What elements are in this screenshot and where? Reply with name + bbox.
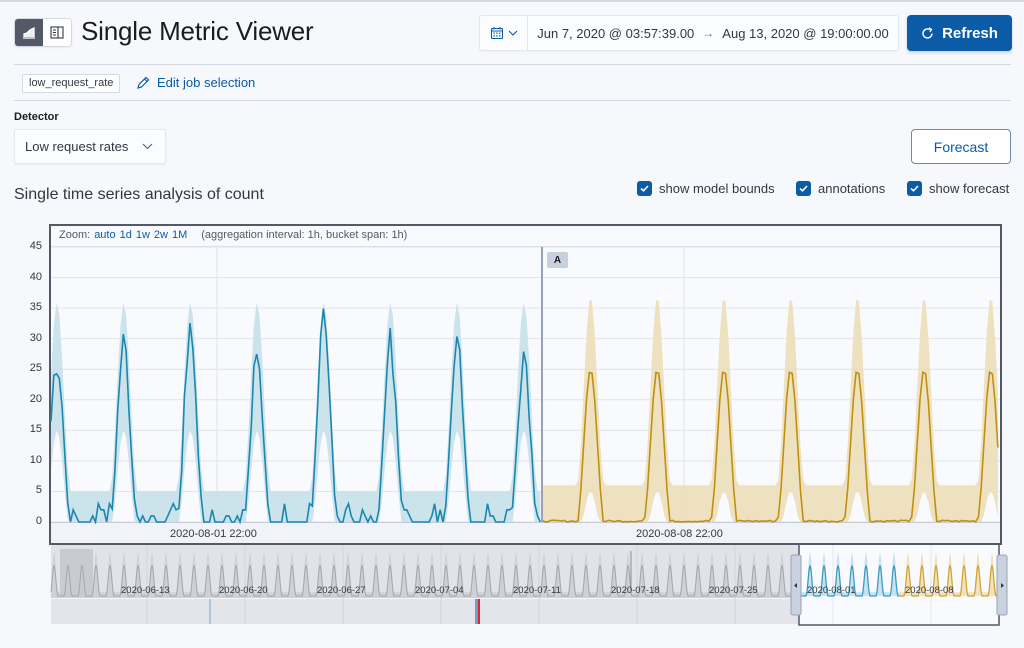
context-x-tick-label: 2020-06-27 (317, 585, 366, 596)
anomaly-marker-critical (478, 599, 480, 624)
context-x-tick-label: 2020-07-25 (709, 585, 758, 596)
y-tick-label: 20 (14, 393, 42, 405)
y-tick-label: 45 (14, 240, 42, 252)
context-x-tick-label: 2020-07-04 (415, 585, 464, 596)
y-tick-label: 35 (14, 301, 42, 313)
zoom-bar: Zoom: auto 1d 1w 2w 1M (aggregation inte… (59, 229, 407, 241)
x-tick-label: 2020-08-01 22:00 (170, 528, 257, 540)
aggregation-info: (aggregation interval: 1h, bucket span: … (201, 229, 407, 241)
zoom-option-1w[interactable]: 1w (136, 229, 150, 241)
y-tick-label: 25 (14, 362, 42, 374)
anomaly-marker (209, 599, 211, 624)
y-tick-label: 0 (14, 515, 42, 527)
y-tick-label: 5 (14, 484, 42, 496)
y-tick-label: 40 (14, 271, 42, 283)
zoom-option-1m[interactable]: 1M (172, 229, 187, 241)
focus-chart[interactable] (0, 0, 1024, 648)
zoom-label: Zoom: (59, 229, 90, 241)
context-x-tick-label: 2020-06-13 (121, 585, 170, 596)
zoom-option-1d[interactable]: 1d (120, 229, 132, 241)
y-tick-label: 10 (14, 454, 42, 466)
annotation-marker[interactable]: A (547, 252, 568, 268)
context-x-tick-label: 2020-08-08 (905, 585, 954, 596)
context-x-tick-label: 2020-07-18 (611, 585, 660, 596)
anomaly-marker (475, 599, 478, 624)
x-tick-label: 2020-08-08 22:00 (636, 528, 723, 540)
context-x-tick-label: 2020-08-01 (807, 585, 856, 596)
y-tick-label: 15 (14, 423, 42, 435)
context-x-tick-label: 2020-06-20 (219, 585, 268, 596)
zoom-option-auto[interactable]: auto (94, 229, 115, 241)
y-tick-label: 30 (14, 332, 42, 344)
zoom-option-2w[interactable]: 2w (154, 229, 168, 241)
context-x-tick-label: 2020-07-11 (513, 585, 561, 596)
